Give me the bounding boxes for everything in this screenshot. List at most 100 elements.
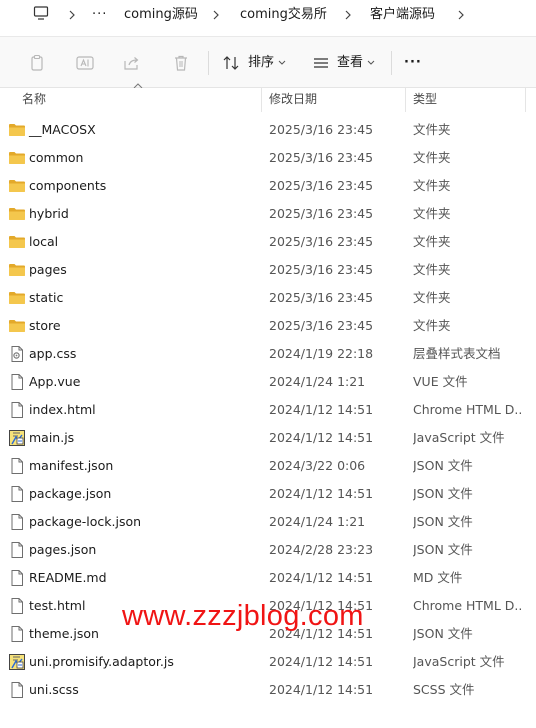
file-type: 文件夹: [413, 318, 451, 333]
file-type: JavaScript 文件: [413, 430, 505, 445]
list-item[interactable]: app.css 2024/1/19 22:18 层叠样式表文档: [0, 340, 536, 368]
list-item[interactable]: package-lock.json 2024/1/24 1:21 JSON 文件: [0, 508, 536, 536]
chevron-right-icon: [69, 10, 75, 20]
column-divider[interactable]: [525, 88, 526, 112]
script-file-icon: [8, 653, 26, 671]
delete-icon[interactable]: [171, 53, 191, 73]
toolbar-divider: [208, 51, 209, 75]
file-date: 2024/1/12 14:51: [269, 682, 374, 697]
chevron-down-icon: [367, 60, 375, 65]
list-item[interactable]: static 2025/3/16 23:45 文件夹: [0, 284, 536, 312]
folder-icon: [8, 205, 26, 223]
list-item[interactable]: index.html 2024/1/12 14:51 Chrome HTML D…: [0, 396, 536, 424]
column-header-name[interactable]: 名称: [22, 88, 46, 112]
file-icon: [8, 457, 26, 475]
script-file-icon: [8, 429, 26, 447]
file-name: pages.json: [29, 542, 97, 557]
list-item[interactable]: manifest.json 2024/3/22 0:06 JSON 文件: [0, 452, 536, 480]
folder-icon: [8, 261, 26, 279]
list-item[interactable]: README.md 2024/1/12 14:51 MD 文件: [0, 564, 536, 592]
list-item[interactable]: uni.scss 2024/1/12 14:51 SCSS 文件: [0, 676, 536, 704]
breadcrumb-item-client-source[interactable]: 客户端源码: [370, 6, 435, 24]
folder-icon: [8, 233, 26, 251]
file-type: SCSS 文件: [413, 682, 475, 697]
file-date: 2024/1/12 14:51: [269, 402, 374, 417]
list-item[interactable]: pages.json 2024/2/28 23:23 JSON 文件: [0, 536, 536, 564]
file-name: __MACOSX: [29, 122, 96, 137]
file-icon: [8, 541, 26, 559]
file-name: main.js: [29, 430, 75, 445]
file-type: 文件夹: [413, 122, 451, 137]
file-icon: [8, 597, 26, 615]
file-type: 文件夹: [413, 290, 451, 305]
file-icon: [8, 513, 26, 531]
folder-icon: [8, 149, 26, 167]
file-type: 文件夹: [413, 234, 451, 249]
breadcrumb-item-coming-exchange[interactable]: coming交易所: [240, 6, 327, 24]
column-header-date[interactable]: 修改日期: [269, 88, 317, 112]
file-date: 2025/3/16 23:45: [269, 178, 374, 193]
view-button[interactable]: 查看: [312, 51, 378, 75]
file-type: MD 文件: [413, 570, 463, 585]
file-icon: [8, 485, 26, 503]
file-name: store: [29, 318, 61, 333]
file-type: Chrome HTML D...: [413, 598, 521, 613]
file-name: hybrid: [29, 206, 69, 221]
list-item[interactable]: package.json 2024/1/12 14:51 JSON 文件: [0, 480, 536, 508]
file-name: uni.promisify.adaptor.js: [29, 654, 174, 669]
list-item[interactable]: hybrid 2025/3/16 23:45 文件夹: [0, 200, 536, 228]
column-divider[interactable]: [261, 88, 262, 112]
computer-icon[interactable]: [33, 5, 49, 23]
file-name: common: [29, 150, 84, 165]
file-icon: [8, 681, 26, 699]
file-type: JSON 文件: [413, 514, 473, 529]
file-name: static: [29, 290, 64, 305]
file-type: JSON 文件: [413, 542, 473, 557]
file-date: 2024/1/19 22:18: [269, 346, 374, 361]
file-name: components: [29, 178, 107, 193]
file-date: 2025/3/16 23:45: [269, 122, 374, 137]
breadcrumb-more[interactable]: ···: [92, 6, 107, 24]
file-name: app.css: [29, 346, 77, 361]
css-file-icon: [8, 345, 26, 363]
rename-icon[interactable]: [75, 53, 95, 73]
list-item[interactable]: components 2025/3/16 23:45 文件夹: [0, 172, 536, 200]
list-item[interactable]: App.vue 2024/1/24 1:21 VUE 文件: [0, 368, 536, 396]
file-name: package.json: [29, 486, 112, 501]
sort-button[interactable]: 排序: [222, 51, 288, 75]
view-label: 查看: [337, 55, 364, 70]
list-item[interactable]: local 2025/3/16 23:45 文件夹: [0, 228, 536, 256]
file-date: 2024/1/12 14:51: [269, 570, 374, 585]
toolbar-divider: [391, 51, 392, 75]
list-item[interactable]: main.js 2024/1/12 14:51 JavaScript 文件: [0, 424, 536, 452]
breadcrumb-item-coming-source[interactable]: coming源码: [124, 6, 198, 24]
file-type: JSON 文件: [413, 626, 473, 641]
copy-icon[interactable]: [27, 53, 47, 73]
watermark: www.zzzjblog.com: [122, 600, 364, 632]
file-type: JavaScript 文件: [413, 654, 505, 669]
column-divider[interactable]: [405, 88, 406, 112]
file-type: 文件夹: [413, 206, 451, 221]
column-header-row: 名称 修改日期 类型: [0, 88, 536, 112]
folder-icon: [8, 177, 26, 195]
sort-icon: [223, 56, 239, 70]
list-item[interactable]: store 2025/3/16 23:45 文件夹: [0, 312, 536, 340]
file-date: 2025/3/16 23:45: [269, 262, 374, 277]
file-type: 文件夹: [413, 150, 451, 165]
command-toolbar: 排序 查看 ···: [0, 36, 536, 88]
folder-icon: [8, 289, 26, 307]
list-item[interactable]: uni.promisify.adaptor.js 2024/1/12 14:51…: [0, 648, 536, 676]
list-item[interactable]: pages 2025/3/16 23:45 文件夹: [0, 256, 536, 284]
share-icon[interactable]: [122, 53, 142, 73]
file-date: 2025/3/16 23:45: [269, 290, 374, 305]
list-item[interactable]: common 2025/3/16 23:45 文件夹: [0, 144, 536, 172]
list-item[interactable]: __MACOSX 2025/3/16 23:45 文件夹: [0, 116, 536, 144]
file-date: 2024/1/12 14:51: [269, 654, 374, 669]
file-name: uni.scss: [29, 682, 79, 697]
file-name: package-lock.json: [29, 514, 142, 529]
column-header-type[interactable]: 类型: [413, 88, 437, 112]
chevron-right-icon[interactable]: [456, 6, 466, 24]
file-date: 2024/1/24 1:21: [269, 514, 366, 529]
breadcrumb: ··· coming源码 coming交易所 客户端源码: [0, 0, 536, 30]
more-options-button[interactable]: ···: [404, 51, 428, 75]
